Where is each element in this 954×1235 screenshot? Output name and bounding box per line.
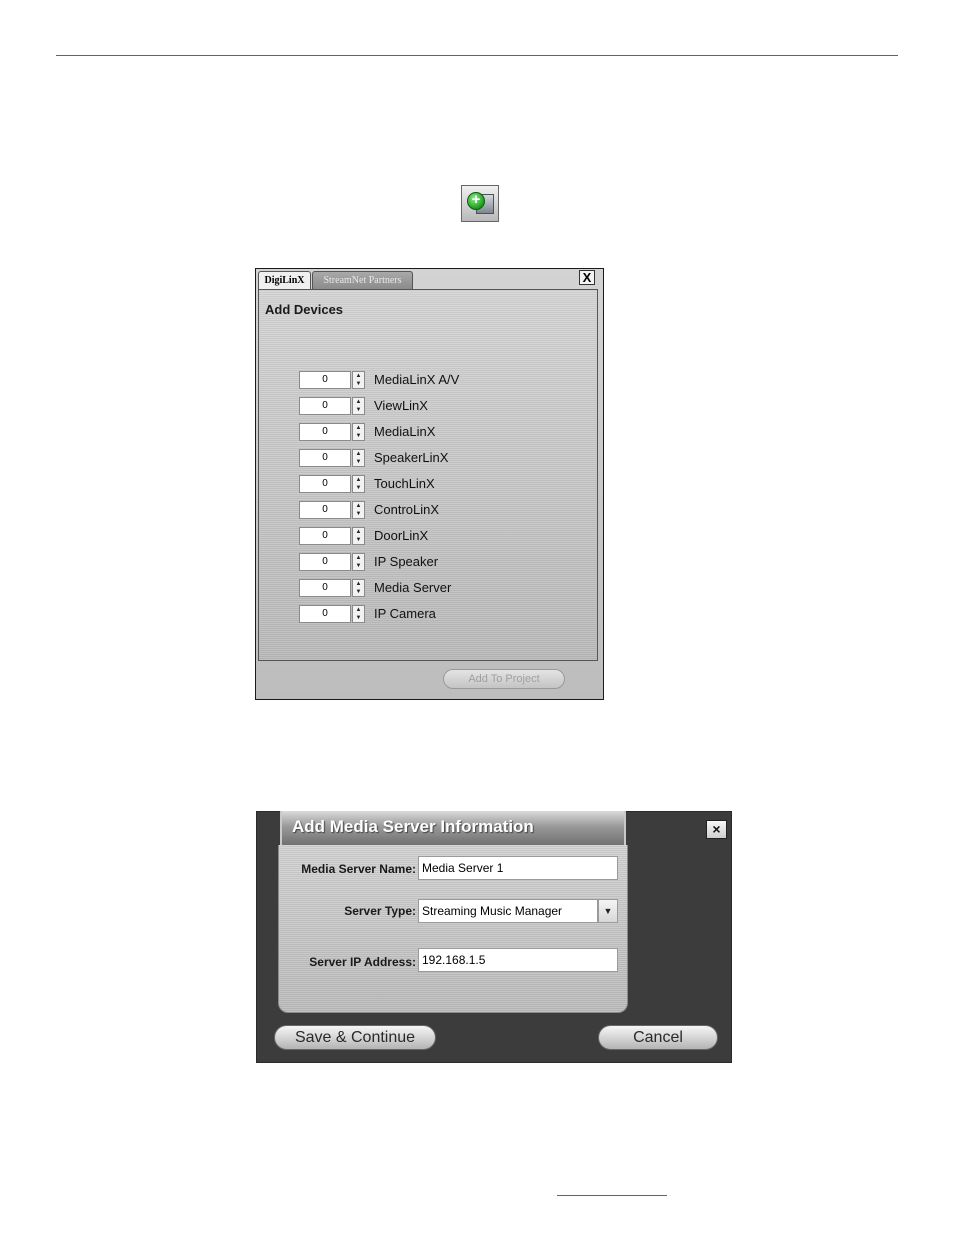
add-devices-dialog: DigiLinX StreamNet Partners X Add Device…: [255, 268, 604, 700]
quantity-stepper[interactable]: ▲ ▼: [352, 475, 365, 493]
device-row: 0 ▲ ▼ ControLinX: [299, 500, 559, 520]
device-label: TouchLinX: [374, 476, 435, 491]
add-device-icon[interactable]: +: [461, 185, 499, 222]
server-type-label: Server Type:: [344, 904, 416, 918]
spin-up-icon[interactable]: ▲: [353, 372, 364, 380]
device-row: 0 ▲ ▼ Media Server: [299, 578, 559, 598]
spin-up-icon[interactable]: ▲: [353, 528, 364, 536]
close-button[interactable]: ×: [706, 820, 727, 839]
server-name-label: Media Server Name:: [301, 862, 416, 876]
quantity-stepper[interactable]: ▲ ▼: [352, 527, 365, 545]
dialog-body: Media Server Name: Media Server 1 Server…: [278, 845, 628, 1013]
header-rule: [56, 55, 898, 56]
quantity-input[interactable]: 0: [299, 371, 351, 389]
device-row: 0 ▲ ▼ DoorLinX: [299, 526, 559, 546]
device-label: ControLinX: [374, 502, 440, 517]
device-row: 0 ▲ ▼ IP Speaker: [299, 552, 559, 572]
device-label: DoorLinX: [374, 528, 429, 543]
device-label: MediaLinX A/V: [374, 372, 460, 387]
spin-up-icon[interactable]: ▲: [353, 424, 364, 432]
spin-down-icon[interactable]: ▼: [353, 458, 364, 466]
add-to-project-button[interactable]: Add To Project: [443, 669, 565, 689]
spin-up-icon[interactable]: ▲: [353, 502, 364, 510]
server-ip-input[interactable]: 192.168.1.5: [418, 948, 618, 972]
device-row: 0 ▲ ▼ MediaLinX A/V: [299, 370, 559, 390]
chevron-down-icon[interactable]: ▼: [598, 899, 618, 923]
dialog-titlebar: Add Media Server Information: [280, 811, 626, 845]
quantity-input[interactable]: 0: [299, 423, 351, 441]
device-label: IP Camera: [374, 606, 436, 621]
quantity-input[interactable]: 0: [299, 579, 351, 597]
dialog-title: Add Media Server Information: [292, 817, 534, 836]
quantity-input[interactable]: 0: [299, 501, 351, 519]
devices-panel: Add Devices 0 ▲ ▼ MediaLinX A/V 0 ▲ ▼ View…: [258, 289, 598, 661]
server-ip-label: Server IP Address:: [309, 955, 416, 969]
quantity-stepper[interactable]: ▲ ▼: [352, 449, 365, 467]
device-label: ViewLinX: [374, 398, 428, 413]
quantity-stepper[interactable]: ▲ ▼: [352, 397, 365, 415]
quantity-stepper[interactable]: ▲ ▼: [352, 605, 365, 623]
cancel-button[interactable]: Cancel: [598, 1025, 718, 1050]
quantity-input[interactable]: 0: [299, 475, 351, 493]
quantity-input[interactable]: 0: [299, 605, 351, 623]
spin-down-icon[interactable]: ▼: [353, 510, 364, 518]
spin-up-icon[interactable]: ▲: [353, 606, 364, 614]
save-continue-button[interactable]: Save & Continue: [274, 1025, 436, 1050]
device-row: 0 ▲ ▼ TouchLinX: [299, 474, 559, 494]
device-label: IP Speaker: [374, 554, 439, 569]
quantity-stepper[interactable]: ▲ ▼: [352, 553, 365, 571]
add-media-server-dialog: Add Media Server Information × Media Ser…: [256, 811, 732, 1063]
spin-up-icon[interactable]: ▲: [353, 398, 364, 406]
close-button[interactable]: X: [579, 270, 595, 285]
device-label: Media Server: [374, 580, 452, 595]
tab-digilinx[interactable]: DigiLinX: [258, 271, 311, 289]
device-row: 0 ▲ ▼ IP Camera: [299, 604, 559, 624]
spin-down-icon[interactable]: ▼: [353, 562, 364, 570]
tab-streamnet-partners[interactable]: StreamNet Partners: [312, 271, 413, 289]
spin-down-icon[interactable]: ▼: [353, 406, 364, 414]
spin-down-icon[interactable]: ▼: [353, 380, 364, 388]
spin-down-icon[interactable]: ▼: [353, 588, 364, 596]
plus-icon: +: [467, 192, 485, 210]
spin-up-icon[interactable]: ▲: [353, 580, 364, 588]
quantity-input[interactable]: 0: [299, 527, 351, 545]
server-type-select[interactable]: Streaming Music Manager: [418, 899, 598, 923]
quantity-input[interactable]: 0: [299, 397, 351, 415]
quantity-stepper[interactable]: ▲ ▼: [352, 501, 365, 519]
quantity-stepper[interactable]: ▲ ▼: [352, 579, 365, 597]
device-row: 0 ▲ ▼ SpeakerLinX: [299, 448, 559, 468]
quantity-stepper[interactable]: ▲ ▼: [352, 371, 365, 389]
quantity-stepper[interactable]: ▲ ▼: [352, 423, 365, 441]
quantity-input[interactable]: 0: [299, 449, 351, 467]
quantity-input[interactable]: 0: [299, 553, 351, 571]
spin-down-icon[interactable]: ▼: [353, 484, 364, 492]
spin-down-icon[interactable]: ▼: [353, 536, 364, 544]
device-label: MediaLinX: [374, 424, 436, 439]
device-label: SpeakerLinX: [374, 450, 449, 465]
server-name-input[interactable]: Media Server 1: [418, 856, 618, 880]
panel-title: Add Devices: [265, 302, 344, 317]
spin-up-icon[interactable]: ▲: [353, 450, 364, 458]
footer-link-underline: [557, 1195, 667, 1196]
spin-down-icon[interactable]: ▼: [353, 614, 364, 622]
device-row: 0 ▲ ▼ ViewLinX: [299, 396, 559, 416]
spin-down-icon[interactable]: ▼: [353, 432, 364, 440]
device-row: 0 ▲ ▼ MediaLinX: [299, 422, 559, 442]
spin-up-icon[interactable]: ▲: [353, 476, 364, 484]
spin-up-icon[interactable]: ▲: [353, 554, 364, 562]
